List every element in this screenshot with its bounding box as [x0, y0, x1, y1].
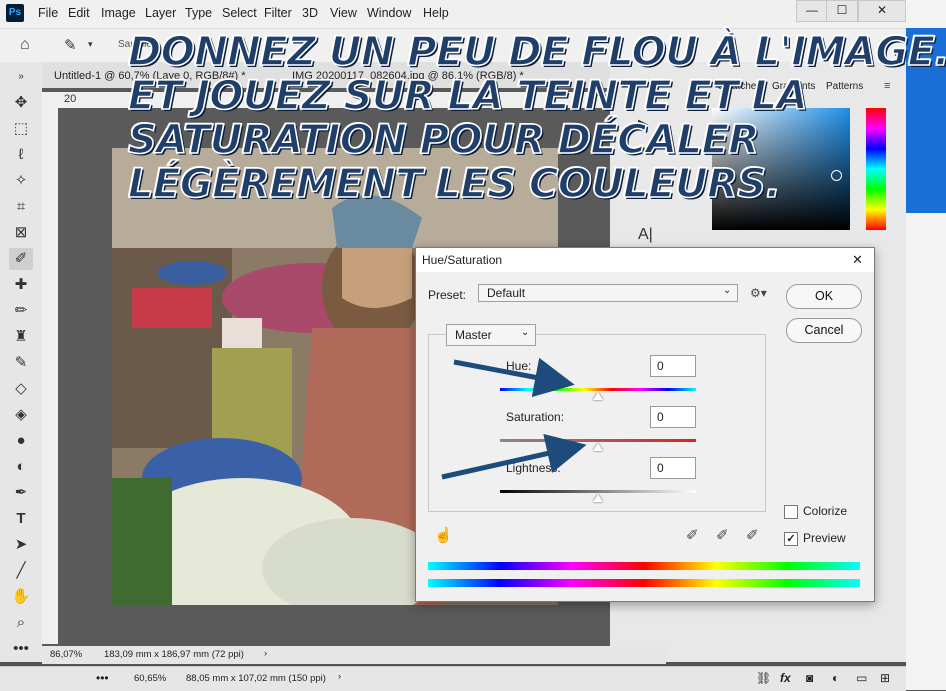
- arrow-to-hue: [453, 357, 575, 398]
- annotation-arrows: [441, 357, 587, 480]
- arrow-to-saturation: [441, 433, 587, 480]
